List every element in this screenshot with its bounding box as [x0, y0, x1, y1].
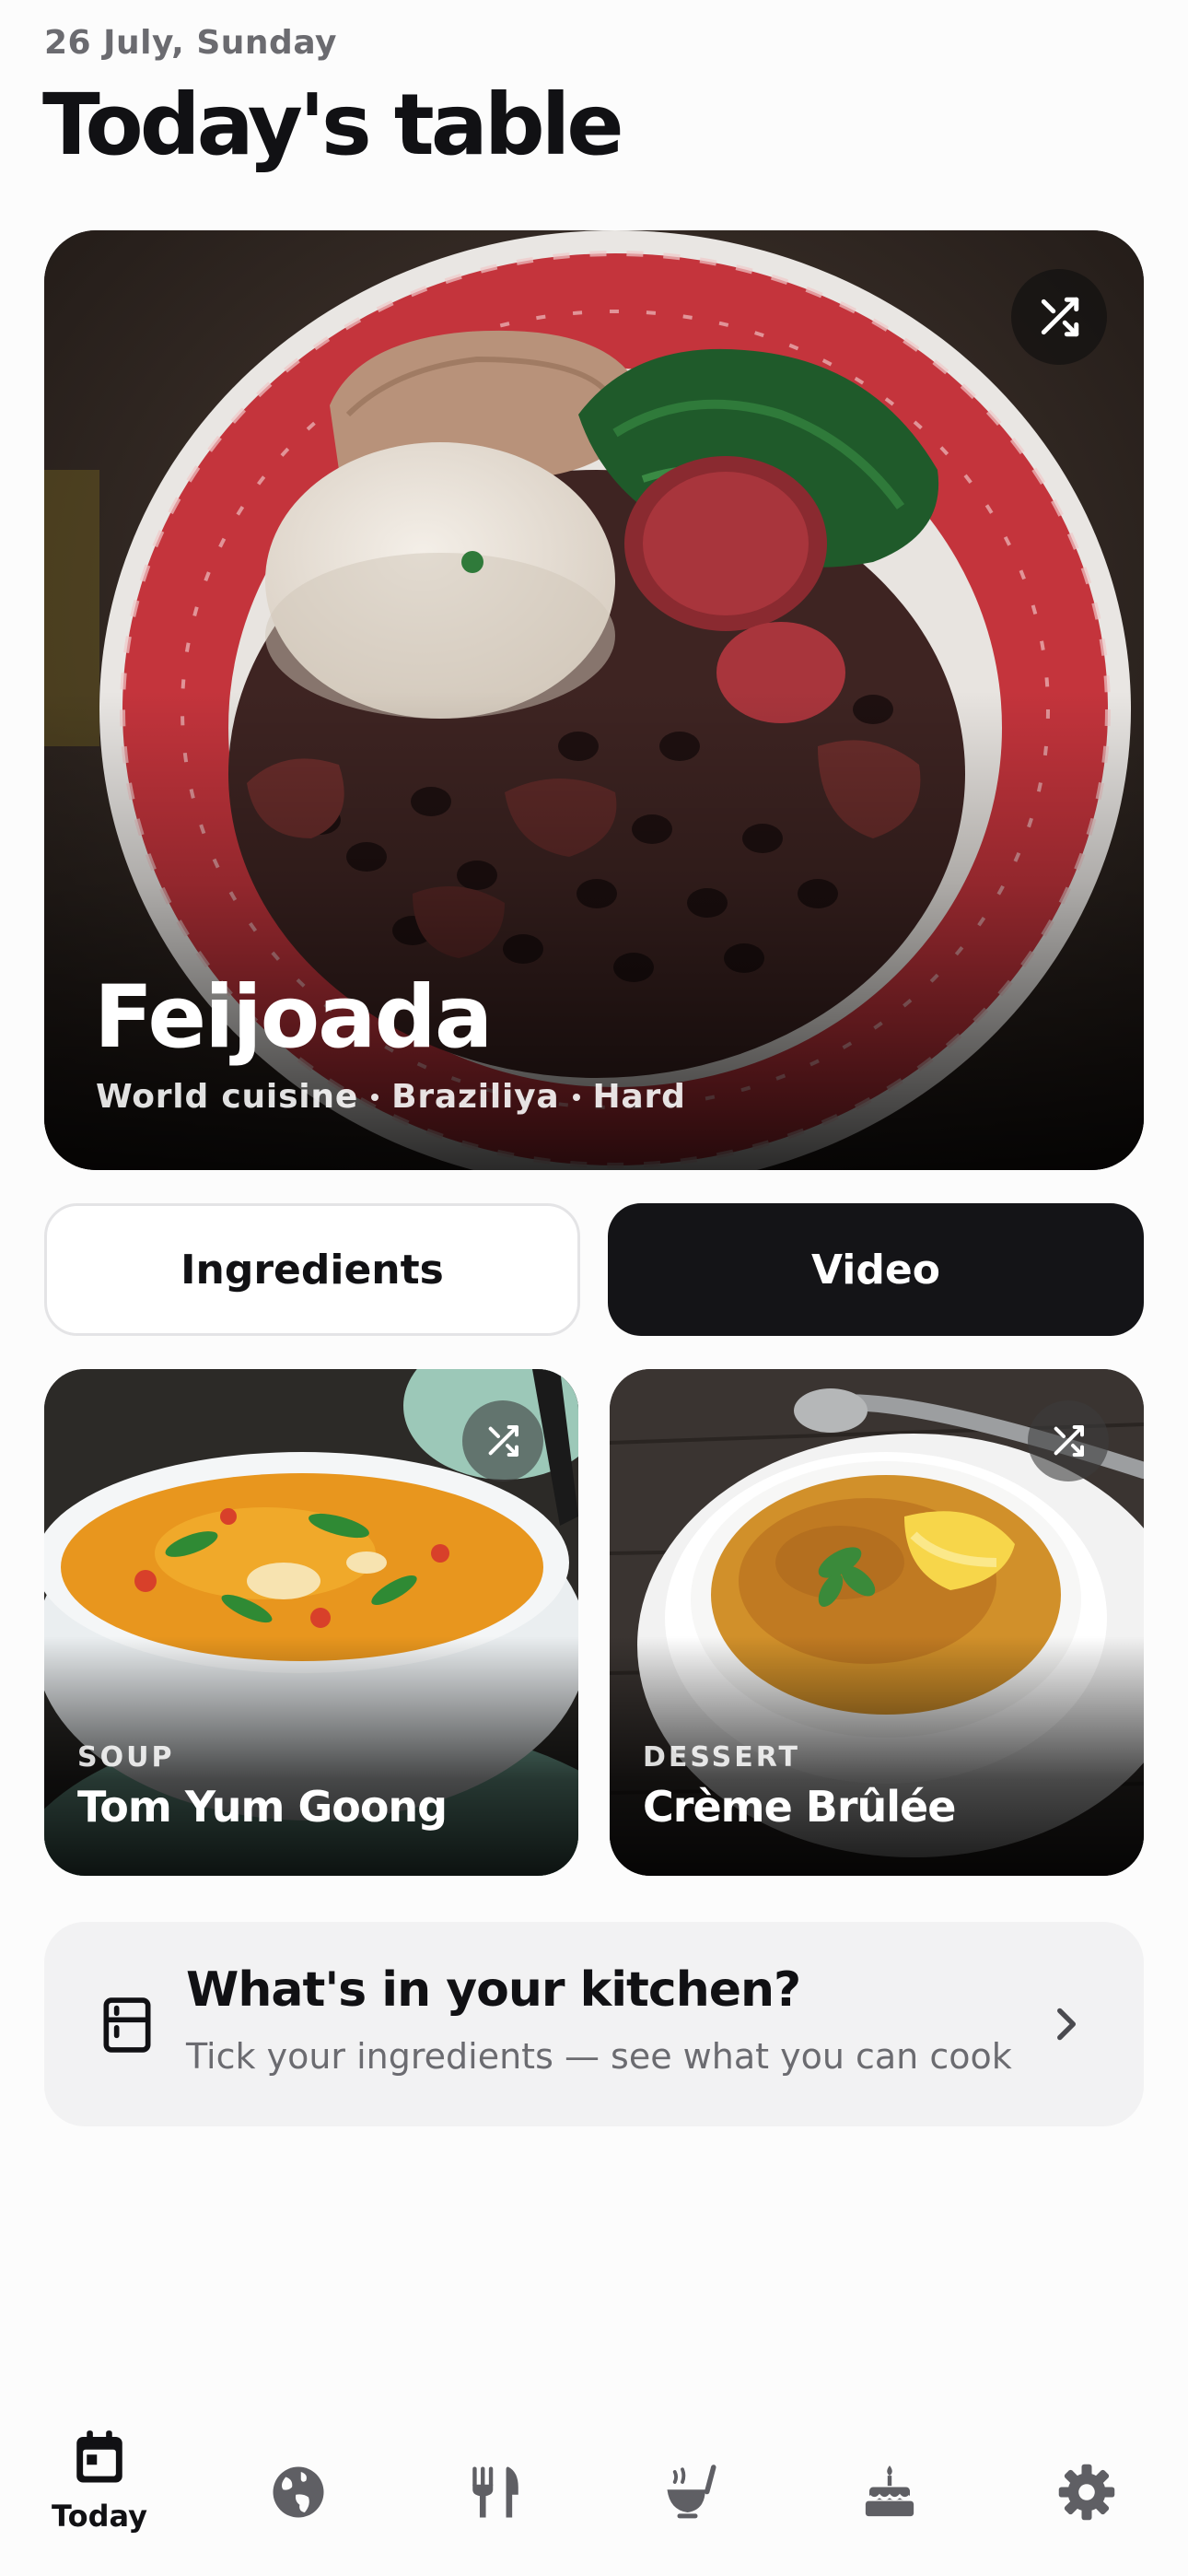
shuffle-icon	[488, 1425, 518, 1457]
calendar-icon	[76, 2430, 122, 2483]
ladle-pot-icon	[667, 2465, 716, 2519]
card-title: Tom Yum Goong	[77, 1782, 448, 1832]
kitchen-banner[interactable]: What's in your kitchen? Tick your ingred…	[44, 1922, 1144, 2126]
hero-recipe-card[interactable]: Feijoada World cuisine Braziliya Hard	[44, 230, 1144, 1170]
tab-desserts[interactable]	[798, 2414, 982, 2576]
cuisine-label: World cuisine	[96, 1078, 359, 1116]
card-category: SOUP	[77, 1741, 175, 1774]
gear-icon	[1058, 2464, 1115, 2521]
card-title: Crème Brûlée	[643, 1782, 956, 1832]
globe-icon	[273, 2466, 324, 2518]
tab-today-label: Today	[52, 2499, 147, 2534]
shuffle-icon	[1041, 297, 1079, 337]
video-button[interactable]: Video	[608, 1203, 1144, 1336]
hero-meta: World cuisine Braziliya Hard	[96, 1078, 686, 1116]
tab-bar: Today	[0, 2414, 1188, 2576]
fork-knife-icon	[472, 2466, 518, 2518]
ingredients-button[interactable]: Ingredients	[44, 1203, 580, 1336]
cake-icon	[865, 2465, 914, 2517]
tab-world[interactable]	[206, 2414, 390, 2576]
country-label: Braziliya	[391, 1078, 560, 1116]
recipe-card-soup[interactable]: SOUP Tom Yum Goong	[44, 1369, 578, 1876]
shuffle-icon	[1054, 1425, 1084, 1457]
kitchen-title: What's in your kitchen?	[186, 1962, 801, 2018]
hero-title: Feijoada	[94, 967, 493, 1068]
tab-soups[interactable]	[600, 2414, 785, 2576]
difficulty-label: Hard	[592, 1078, 686, 1116]
fridge-icon	[103, 1997, 151, 2053]
shuffle-button[interactable]	[462, 1400, 543, 1481]
page-title: Today's table	[42, 76, 624, 174]
shuffle-button[interactable]	[1011, 269, 1107, 365]
separator-dot	[572, 1093, 580, 1101]
tab-today[interactable]: Today	[7, 2414, 192, 2576]
separator-dot	[371, 1093, 379, 1101]
recipe-card-dessert[interactable]: DESSERT Crème Brûlée	[610, 1369, 1144, 1876]
kitchen-subtitle: Tick your ingredients — see what you can…	[186, 2036, 1012, 2077]
chevron-right-icon	[1057, 2008, 1077, 2041]
tab-meals[interactable]	[403, 2414, 588, 2576]
shuffle-button[interactable]	[1028, 1400, 1109, 1481]
tab-settings[interactable]	[995, 2414, 1179, 2576]
card-category: DESSERT	[643, 1741, 800, 1774]
date-label: 26 July, Sunday	[44, 24, 337, 62]
